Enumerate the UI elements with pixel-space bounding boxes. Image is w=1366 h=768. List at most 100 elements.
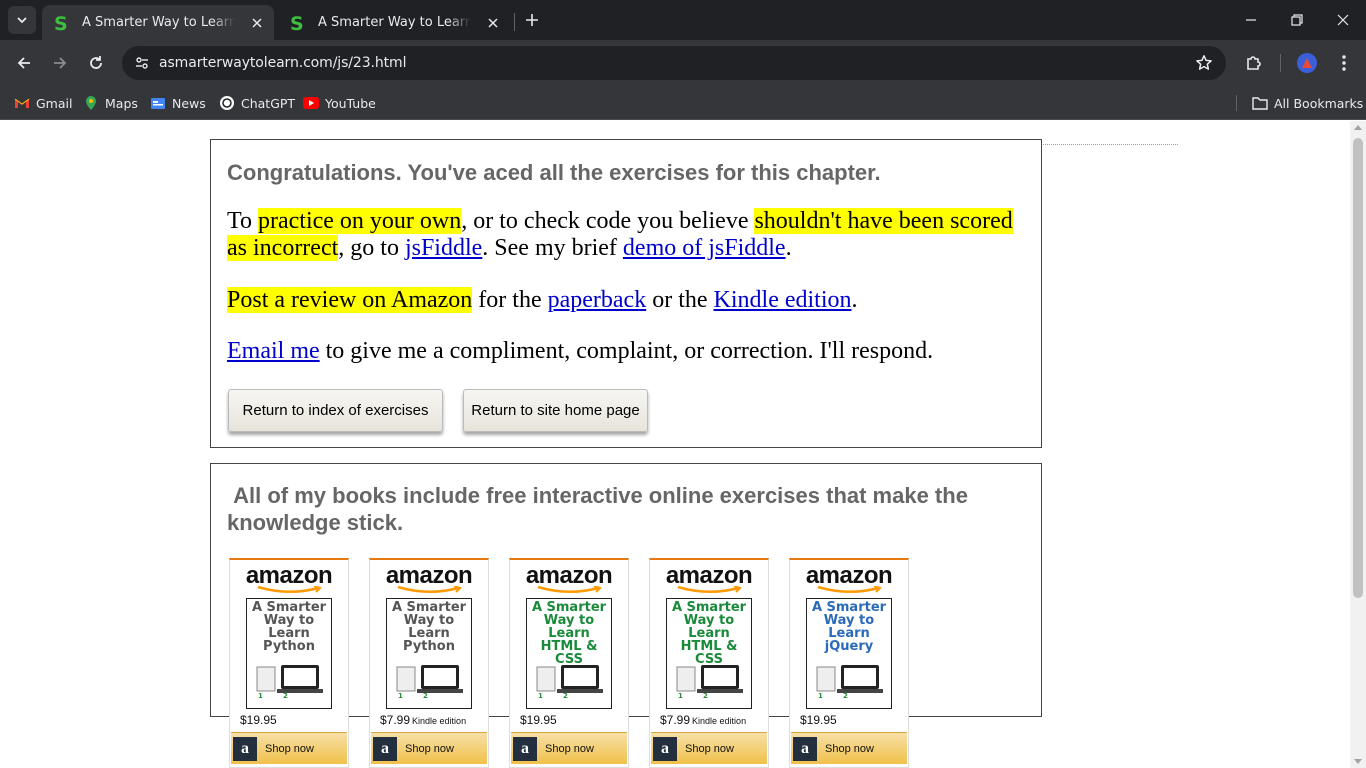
minimize-icon xyxy=(1246,19,1256,21)
extensions-button[interactable] xyxy=(1241,50,1267,76)
tab-title: A Smarter Way to Learn JavaScript xyxy=(318,15,472,30)
book-cover-title: A Smarter Way to Learn HTML & CSS xyxy=(531,600,607,667)
bookmark-youtube[interactable]: YouTube xyxy=(303,92,376,114)
return-home-button[interactable]: Return to site home page xyxy=(463,389,648,432)
svg-text:2: 2 xyxy=(423,692,428,699)
amazon-book-ad[interactable]: amazon A Smarter Way to Learn Python 1 2 $19… xyxy=(229,558,349,768)
tab-search-button[interactable] xyxy=(8,6,36,34)
arrow-left-icon xyxy=(17,57,30,69)
scroll-down-arrow[interactable] xyxy=(1354,759,1362,764)
site-favicon-icon: S xyxy=(54,14,68,32)
amazon-a-icon: a xyxy=(793,736,817,761)
book-cover[interactable]: A Smarter Way to Learn jQuery 1 2 xyxy=(806,598,892,709)
book-cover[interactable]: A Smarter Way to Learn Python 1 2 xyxy=(386,598,472,709)
bookmark-news[interactable]: News xyxy=(150,92,206,114)
bookmark-gmail[interactable]: Gmail xyxy=(14,92,72,114)
close-window-button[interactable] xyxy=(1320,0,1366,40)
highlight-text: Post a review on Amazon xyxy=(227,287,473,313)
edition-label: Kindle edition xyxy=(412,716,467,726)
toolbar-divider xyxy=(1280,54,1281,72)
shop-now-button[interactable]: a Shop now xyxy=(231,732,347,764)
shop-now-button[interactable]: a Shop now xyxy=(511,732,627,764)
bookmarks-divider xyxy=(1236,95,1237,111)
book-cover[interactable]: A Smarter Way to Learn Python 1 2 xyxy=(246,598,332,709)
close-tab-icon[interactable] xyxy=(485,15,500,31)
tab-active[interactable]: S A Smarter Way to Learn JavaScript xyxy=(42,5,274,40)
amazon-book-ad[interactable]: amazon A Smarter Way to Learn HTML & CSS 1… xyxy=(649,558,769,768)
kindle-edition-link[interactable]: Kindle edition xyxy=(714,287,852,313)
reload-button[interactable] xyxy=(81,48,111,78)
congrats-panel: Congratulations. You've aced all the exe… xyxy=(210,139,1042,448)
site-info-icon[interactable] xyxy=(130,51,154,75)
book-price: $19.95 xyxy=(240,713,279,727)
new-tab-button[interactable] xyxy=(520,8,544,32)
minimize-button[interactable] xyxy=(1228,0,1274,40)
tab-inactive[interactable]: S A Smarter Way to Learn JavaScript xyxy=(278,5,510,40)
bookmark-maps[interactable]: Maps xyxy=(83,92,138,114)
browser-menu-button[interactable] xyxy=(1331,50,1357,76)
jsfiddle-demo-link[interactable]: demo of jsFiddle xyxy=(623,235,786,261)
jsfiddle-link[interactable]: jsFiddle xyxy=(405,235,482,261)
bookmark-star-icon[interactable] xyxy=(1194,53,1214,73)
bookmark-label: ChatGPT xyxy=(241,95,296,111)
restore-button[interactable] xyxy=(1274,0,1320,40)
price-value: $7.99 xyxy=(380,713,411,727)
book-cover[interactable]: A Smarter Way to Learn HTML & CSS 1 2 xyxy=(666,598,752,709)
book-cover-title: A Smarter Way to Learn Python xyxy=(251,600,327,654)
amazon-book-ad[interactable]: amazon A Smarter Way to Learn HTML & CSS 1… xyxy=(509,558,629,768)
svg-text:1: 1 xyxy=(818,692,823,699)
price-value: $7.99 xyxy=(660,713,691,727)
practice-paragraph: To practice on your own, or to check cod… xyxy=(227,208,1027,262)
shop-now-button[interactable]: a Shop now xyxy=(651,732,767,764)
svg-text:1: 1 xyxy=(398,692,403,699)
books-heading-text: All of my books include free interactive… xyxy=(227,483,968,535)
shop-now-label: Shop now xyxy=(265,742,314,755)
youtube-icon xyxy=(303,95,319,111)
book-cover[interactable]: A Smarter Way to Learn HTML & CSS 1 2 xyxy=(526,598,612,709)
books-heading: All of my books include free interactive… xyxy=(227,482,1027,536)
back-button[interactable] xyxy=(9,48,39,78)
scroll-up-arrow[interactable] xyxy=(1354,125,1362,130)
price-value: $19.95 xyxy=(520,713,557,727)
text: , or to check code you believe xyxy=(461,208,755,234)
shop-now-label: Shop now xyxy=(825,742,874,755)
amazon-book-ad[interactable]: amazon A Smarter Way to Learn jQuery 1 2 $19… xyxy=(789,558,909,768)
forward-button[interactable] xyxy=(45,48,75,78)
amazon-a-icon: a xyxy=(373,736,397,761)
amazon-a-icon: a xyxy=(513,736,537,761)
text: . xyxy=(851,287,858,313)
reload-icon xyxy=(90,56,102,69)
scrollbar-thumb[interactable] xyxy=(1353,138,1363,598)
paperback-link[interactable]: paperback xyxy=(548,287,647,313)
email-paragraph: Email me to give me a compliment, compla… xyxy=(227,338,1027,365)
all-bookmarks[interactable]: All Bookmarks xyxy=(1252,92,1363,114)
bookmark-label: YouTube xyxy=(325,95,376,111)
shop-now-button[interactable]: a Shop now xyxy=(371,732,487,764)
devices-illustration-icon: 12 xyxy=(676,665,743,699)
return-to-index-button[interactable]: Return to index of exercises xyxy=(228,389,443,432)
address-bar[interactable]: asmarterwaytolearn.com/js/23.html xyxy=(122,46,1226,80)
bookmark-label: Gmail xyxy=(36,95,73,111)
puzzle-icon xyxy=(1247,56,1261,70)
page-scrollbar[interactable] xyxy=(1350,121,1366,768)
book-price: $7.99 Kindle edition xyxy=(660,713,746,727)
close-tab-icon[interactable] xyxy=(249,15,264,31)
text: for the xyxy=(472,287,548,313)
folder-icon xyxy=(1252,95,1268,111)
bookmarks-bar: Gmail Maps News ChatGPT YouTube All Book… xyxy=(0,86,1366,120)
email-me-link[interactable]: Email me xyxy=(227,338,320,364)
book-price: $7.99 Kindle edition xyxy=(380,713,466,727)
devices-illustration-icon: 12 xyxy=(536,665,603,699)
profile-avatar[interactable] xyxy=(1294,50,1320,76)
text: to give me a compliment, complaint, or c… xyxy=(319,338,934,364)
amazon-book-ad[interactable]: amazon A Smarter Way to Learn Python 1 2 $7.… xyxy=(369,558,489,768)
browser-toolbar: asmarterwaytolearn.com/js/23.html xyxy=(0,40,1366,86)
amazon-a-icon: a xyxy=(233,736,257,761)
page-viewport: Congratulations. You've aced all the exe… xyxy=(0,121,1366,768)
url-text[interactable]: asmarterwaytolearn.com/js/23.html xyxy=(159,55,406,71)
bookmark-chatgpt[interactable]: ChatGPT xyxy=(219,92,295,114)
site-favicon-icon: S xyxy=(290,14,304,32)
svg-text:S: S xyxy=(290,14,304,32)
shop-now-button[interactable]: a Shop now xyxy=(791,732,907,764)
text: or the xyxy=(646,287,714,313)
